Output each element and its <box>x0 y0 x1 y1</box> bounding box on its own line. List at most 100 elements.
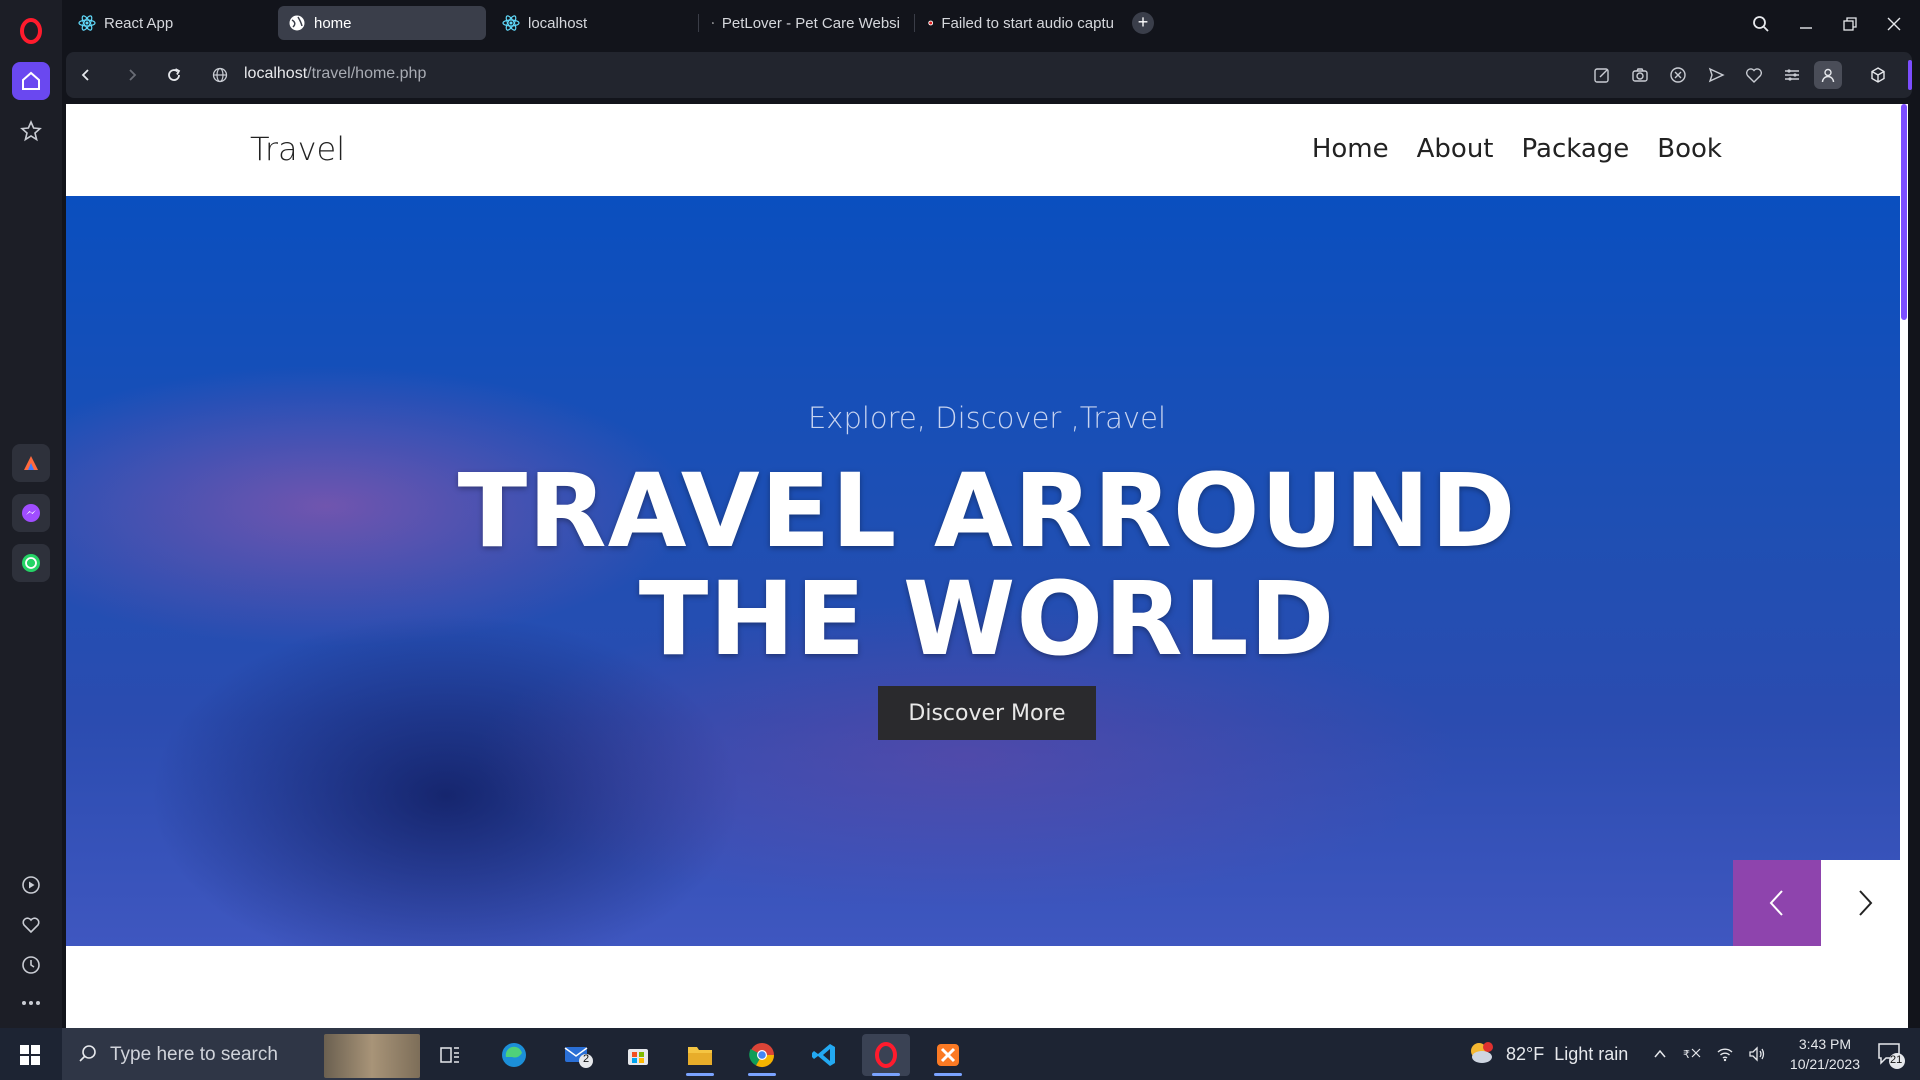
hero-title-line1: TRAVEL ARROUND <box>457 452 1517 571</box>
tab-bar: React App home localhost PetLover - Pet … <box>62 0 1920 46</box>
address-bar: localhost/travel/home.php <box>66 52 1912 98</box>
star-icon[interactable] <box>12 112 50 150</box>
mail-icon[interactable]: 2 <box>554 1034 602 1076</box>
mail-badge: 2 <box>583 1053 590 1065</box>
notification-center-icon[interactable]: 21 <box>1876 1040 1906 1070</box>
heart-icon[interactable] <box>12 906 50 944</box>
camera-icon[interactable] <box>1626 61 1654 89</box>
scrollbar-track[interactable] <box>1900 104 1908 1028</box>
url-host: localhost <box>244 65 308 82</box>
messenger-icon[interactable] <box>12 494 50 532</box>
running-indicator <box>748 1073 776 1076</box>
more-dots-icon[interactable] <box>12 984 50 1022</box>
chevron-up-icon[interactable] <box>1652 1046 1668 1062</box>
hero-title: TRAVEL ARROUND THE WORLD <box>66 458 1908 674</box>
system-tray: ₹ <box>1652 1028 1766 1080</box>
sidebar-accent-strip <box>1908 60 1912 90</box>
weather-temp: 82°F <box>1506 1043 1545 1064</box>
taskbar-clock[interactable]: 3:43 PM 10/21/2023 <box>1790 1034 1860 1074</box>
running-indicator <box>686 1073 714 1076</box>
weather-widget[interactable]: 82°F Light rain <box>1466 1028 1628 1080</box>
site-info-globe-icon[interactable] <box>206 61 234 89</box>
clock-time: 3:43 PM <box>1798 1036 1852 1052</box>
record-icon <box>928 20 934 26</box>
slider-prev-button[interactable] <box>1733 860 1821 946</box>
windows-start-icon[interactable] <box>10 1038 50 1072</box>
tab-home[interactable]: home <box>278 6 486 40</box>
forward-arrow-icon[interactable] <box>118 61 146 89</box>
extensions-cube-icon[interactable] <box>1864 61 1892 89</box>
taskbar-search-box[interactable]: Type here to search <box>62 1028 420 1080</box>
tab-label: Failed to start audio captu <box>941 14 1114 32</box>
discover-more-button[interactable]: Discover More <box>878 686 1096 740</box>
nav-package-link[interactable]: Package <box>1522 134 1630 164</box>
minimize-icon[interactable] <box>1792 10 1820 38</box>
aria-ai-icon[interactable] <box>12 444 50 482</box>
react-icon <box>502 15 520 31</box>
tab-separator <box>698 14 699 32</box>
site-brand[interactable]: Travel <box>250 130 345 168</box>
reload-icon[interactable] <box>160 61 188 89</box>
wifi-icon[interactable] <box>1716 1046 1734 1062</box>
hero-subtitle: Explore, Discover ,Travel <box>807 401 1166 435</box>
hero-title-line2: THE WORLD <box>638 560 1336 679</box>
url-field[interactable]: localhost/travel/home.php <box>244 65 426 83</box>
vscode-icon[interactable] <box>800 1034 848 1076</box>
home-icon[interactable] <box>12 62 50 100</box>
send-icon[interactable] <box>1702 61 1730 89</box>
snapshot-edit-icon[interactable] <box>1588 61 1616 89</box>
site-nav: Home About Package Book <box>1312 134 1722 164</box>
chrome-icon[interactable] <box>738 1034 786 1076</box>
tab-audio-capture[interactable]: Failed to start audio captu <box>918 6 1124 40</box>
tab-label: localhost <box>528 14 588 32</box>
search-placeholder: Type here to search <box>110 1044 278 1065</box>
tab-label: home <box>314 14 352 32</box>
nav-home-link[interactable]: Home <box>1312 134 1389 164</box>
nav-about-link[interactable]: About <box>1417 134 1494 164</box>
tab-localhost[interactable]: localhost <box>492 6 692 40</box>
screen: React App home localhost PetLover - Pet … <box>0 0 1920 1080</box>
scrollbar-thumb[interactable] <box>1901 104 1907 320</box>
search-tabs-icon[interactable] <box>1747 10 1775 38</box>
clock-date: 10/21/2023 <box>1789 1056 1860 1072</box>
close-icon[interactable] <box>1880 10 1908 38</box>
profile-icon[interactable] <box>1814 61 1842 89</box>
heart-icon[interactable] <box>1740 61 1768 89</box>
history-clock-icon[interactable] <box>12 946 50 984</box>
weather-rain-icon <box>1471 1042 1493 1063</box>
store-icon[interactable] <box>614 1034 662 1076</box>
tab-label: PetLover - Pet Care Websi <box>721 14 900 32</box>
running-indicator <box>934 1073 962 1076</box>
language-input-icon[interactable]: ₹ <box>1682 1045 1702 1063</box>
globe-icon <box>289 15 305 31</box>
edge-icon[interactable] <box>490 1034 538 1076</box>
react-icon <box>78 15 96 31</box>
opera-taskbar-icon[interactable] <box>862 1034 910 1076</box>
file-explorer-icon[interactable] <box>676 1034 724 1076</box>
adblock-icon[interactable] <box>1664 61 1692 89</box>
tab-label: React App <box>104 14 174 32</box>
globe-icon <box>712 22 714 24</box>
restore-icon[interactable] <box>1836 10 1864 38</box>
back-arrow-icon[interactable] <box>72 61 100 89</box>
new-tab-plus-icon[interactable]: + <box>1132 12 1154 34</box>
easy-setup-icon[interactable] <box>1778 61 1806 89</box>
xampp-icon[interactable] <box>924 1034 972 1076</box>
search-highlight-image <box>324 1034 420 1078</box>
taskbar: Type here to search 2 82°F Light rain ₹ … <box>0 1028 1920 1080</box>
site-header: Travel Home About Package Book <box>66 104 1908 196</box>
running-indicator <box>872 1073 900 1076</box>
volume-icon[interactable] <box>1748 1046 1766 1062</box>
weather-desc: Light rain <box>1554 1043 1629 1064</box>
slider-next-button[interactable] <box>1821 860 1908 946</box>
opera-sidebar <box>0 0 62 1028</box>
opera-logo-icon[interactable] <box>12 12 50 50</box>
chevron-left-icon <box>1769 890 1783 916</box>
chevron-right-icon <box>1858 890 1872 916</box>
tab-petlover[interactable]: PetLover - Pet Care Websi <box>702 6 910 40</box>
nav-book-link[interactable]: Book <box>1657 134 1722 164</box>
task-view-icon[interactable] <box>426 1034 474 1076</box>
player-icon[interactable] <box>12 866 50 904</box>
whatsapp-icon[interactable] <box>12 544 50 582</box>
tab-react-app[interactable]: React App <box>68 6 270 40</box>
